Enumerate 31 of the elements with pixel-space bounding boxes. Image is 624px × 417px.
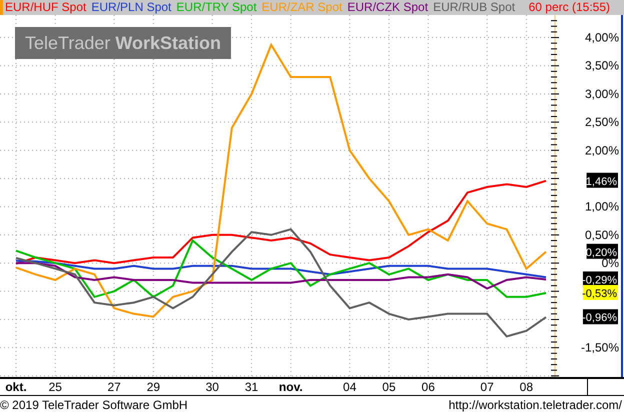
value-label: 0,20% — [586, 246, 617, 259]
legend-item[interactable]: EUR/RUB Spot — [433, 0, 516, 15]
legend-item[interactable]: EUR/PLN Spot — [91, 0, 172, 15]
x-tick-label: 05 — [382, 379, 396, 395]
url-link[interactable]: http://workstation.teletrader.com/ — [448, 396, 624, 414]
y-tick-label: 2,50% — [584, 115, 619, 130]
y-tick-label: 3,00% — [584, 86, 619, 101]
x-tick-label: okt. — [5, 379, 27, 395]
x-tick-label: 06 — [422, 379, 435, 395]
y-tick-label: 3,50% — [584, 58, 619, 73]
legend-item[interactable]: EUR/HUF Spot — [5, 0, 86, 15]
x-tick-label: 27 — [107, 379, 121, 395]
copyright-text: © 2019 TeleTrader Software GmbH — [0, 397, 188, 414]
x-tick-label: 25 — [48, 379, 62, 395]
y-tick-label: -1,50% — [580, 340, 619, 355]
x-tick-label: 04 — [343, 379, 356, 395]
x-tick-label: 08 — [520, 379, 534, 395]
logo: TeleTrader WorkStation — [15, 27, 232, 59]
interval-label: 60 perc (15:55) — [528, 0, 610, 15]
x-tick-label: 31 — [244, 379, 258, 395]
y-tick-label: 0% — [602, 256, 619, 270]
y-tick-label: 2,00% — [584, 143, 619, 158]
y-tick-label: 1,00% — [584, 200, 619, 214]
y-tick-label: 4,00% — [584, 30, 619, 45]
x-tick-label: nov. — [278, 379, 303, 395]
x-tick-label: 29 — [146, 379, 160, 395]
value-label: 1,46% — [586, 176, 617, 188]
x-tick-label: 07 — [480, 379, 494, 395]
y-tick-label: 0,50% — [584, 228, 619, 242]
x-tick-label: 30 — [206, 379, 219, 395]
legend-item[interactable]: EUR/CZK Spot — [347, 0, 428, 15]
